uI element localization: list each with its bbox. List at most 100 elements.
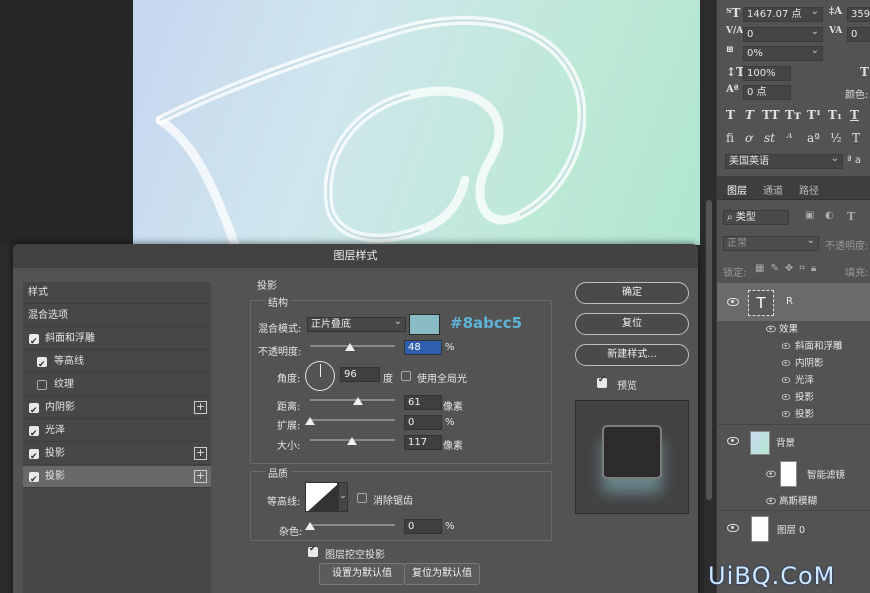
distance-slider-knob[interactable] [353, 397, 363, 405]
leading-field[interactable]: 359 [847, 7, 870, 22]
baseline-shift-field[interactable]: 0 点 [743, 85, 791, 100]
make-default-button[interactable]: 设置为默认值 [319, 563, 405, 585]
style-list-item-contour[interactable]: 等高线 [23, 351, 211, 376]
tab-paths[interactable]: 路径 [799, 182, 819, 197]
style-list-item-inner-shadow[interactable]: 内阴影 + [23, 397, 211, 422]
effect-eye-icon[interactable] [781, 394, 791, 400]
noise-slider[interactable] [310, 524, 395, 526]
ok-button[interactable]: 确定 [575, 282, 689, 304]
satin-checkbox[interactable] [29, 423, 39, 445]
style-list-item-styles[interactable]: 样式 [23, 282, 211, 304]
style-list-item-bevel[interactable]: 斜面和浮雕 [23, 328, 211, 353]
tsume-field[interactable]: 0% [743, 44, 823, 61]
preview-checkbox[interactable] [597, 375, 607, 388]
ligature-icon[interactable]: ﬁ [726, 131, 734, 145]
layer-filter-select[interactable]: ⌕ 类型 [723, 210, 789, 225]
tracking-field[interactable]: 0 [847, 27, 870, 42]
style-list-item-drop-shadow-selected[interactable]: 投影 + [23, 466, 211, 491]
style-list-item-texture[interactable]: 纹理 [23, 374, 211, 396]
contour-dropdown-chevron-icon[interactable]: ⌄ [338, 482, 348, 512]
smart-filter-eye-icon[interactable] [766, 470, 776, 478]
titling-icon[interactable]: T [852, 131, 860, 145]
font-size-field[interactable]: 1467.07 点 [743, 5, 823, 22]
antialias-method[interactable]: ª a [847, 155, 861, 166]
drop-shadow-checkbox[interactable] [29, 446, 39, 468]
texture-checkbox[interactable] [37, 380, 47, 390]
visibility-eye-icon[interactable] [727, 437, 739, 445]
noise-slider-knob[interactable] [305, 522, 315, 530]
noise-input[interactable]: 0 [404, 519, 442, 534]
tab-channels[interactable]: 通道 [763, 182, 783, 197]
bevel-checkbox[interactable] [29, 331, 39, 353]
angle-dial[interactable] [305, 361, 335, 391]
filter-eye-icon[interactable] [766, 497, 776, 505]
language-select[interactable]: 美国英语 [725, 152, 843, 169]
style-list-item-drop-shadow[interactable]: 投影 + [23, 443, 211, 468]
lock-icons[interactable]: ▦✎✥⌗🔒︎ [755, 263, 822, 274]
knockout-checkbox[interactable] [308, 544, 318, 557]
fractions-icon[interactable]: ½ [830, 131, 842, 145]
opacity-slider-knob[interactable] [345, 343, 355, 351]
shadow-color-swatch[interactable] [409, 314, 440, 335]
faux-bold-icon[interactable]: T [726, 108, 735, 122]
superscript-icon[interactable]: T¹ [807, 108, 821, 122]
style-list-item-satin[interactable]: 光泽 [23, 420, 211, 445]
effect-eye-icon[interactable] [781, 377, 791, 383]
underline-icon[interactable]: T [850, 108, 859, 122]
add-effect-button[interactable]: + [194, 447, 207, 460]
tab-layers[interactable]: 图层 [727, 182, 747, 197]
opacity-input[interactable]: 48 [404, 340, 442, 355]
effect-bevel[interactable]: 斜面和浮雕 [795, 338, 843, 352]
effect-eye-icon[interactable] [781, 360, 791, 366]
spread-input[interactable]: 0 [404, 415, 442, 430]
subscript-icon[interactable]: T₁ [828, 108, 842, 122]
layer-row-text[interactable]: T R [717, 283, 870, 321]
ordinals-icon[interactable]: aª [807, 131, 820, 145]
style-list-item-blending[interactable]: 混合选项 [23, 305, 211, 327]
filter-type-icon[interactable]: T [847, 210, 855, 223]
contour-checkbox[interactable] [37, 354, 47, 376]
effect-drop-shadow[interactable]: 投影 [795, 406, 814, 420]
visibility-eye-icon[interactable] [727, 524, 739, 532]
layer-row-background[interactable]: 背景 [717, 424, 870, 460]
stylistic-alt-icon[interactable]: ᴬ [787, 131, 792, 145]
small-caps-icon[interactable]: Tт [785, 108, 801, 122]
all-caps-icon[interactable]: TT [762, 108, 779, 122]
effects-eye-icon[interactable] [766, 325, 776, 333]
reset-default-button[interactable]: 复位为默认值 [404, 563, 480, 585]
visibility-eye-icon[interactable] [727, 298, 739, 306]
add-effect-button[interactable]: + [194, 470, 207, 483]
drop-shadow-checkbox[interactable] [29, 469, 39, 491]
effect-eye-icon[interactable] [781, 411, 791, 417]
faux-italic-icon[interactable]: T [745, 108, 754, 122]
kerning-field[interactable]: 0 [743, 25, 823, 42]
reset-button[interactable]: 复位 [575, 313, 689, 335]
add-effect-button[interactable]: + [194, 401, 207, 414]
filter-adjust-icon[interactable]: ◐ [825, 210, 834, 221]
spread-slider-knob[interactable] [305, 417, 315, 425]
antialias-checkbox[interactable] [357, 493, 367, 503]
new-style-button[interactable]: 新建样式... [575, 344, 689, 366]
filter-pixel-icon[interactable]: ▣ [805, 210, 814, 221]
contour-preview[interactable] [305, 482, 338, 512]
swash-icon[interactable]: st [764, 131, 775, 145]
global-light-checkbox[interactable] [401, 371, 411, 381]
effect-drop-shadow[interactable]: 投影 [795, 389, 814, 403]
size-slider-knob[interactable] [347, 437, 357, 445]
effect-inner-shadow[interactable]: 内阴影 [795, 355, 824, 369]
layer-row-layer0[interactable]: 图层 0 [717, 510, 870, 546]
angle-input[interactable]: 96 [340, 367, 380, 382]
scrollbar-thumb[interactable] [706, 200, 712, 500]
blend-mode-select[interactable]: 正片叠底 [307, 315, 406, 332]
gaussian-blur-filter[interactable]: 高斯模糊 [779, 493, 817, 507]
effect-eye-icon[interactable] [781, 343, 791, 349]
spread-slider[interactable] [310, 419, 395, 421]
vertical-scale-field[interactable]: 100% [743, 66, 791, 81]
old-style-icon[interactable]: ơ [745, 131, 752, 145]
effect-satin[interactable]: 光泽 [795, 372, 814, 386]
document-canvas[interactable] [0, 0, 700, 245]
blend-mode-select[interactable]: 正常 [723, 234, 819, 251]
inner-shadow-checkbox[interactable] [29, 400, 39, 422]
size-input[interactable]: 117 [404, 435, 442, 450]
distance-input[interactable]: 61 [404, 395, 442, 410]
